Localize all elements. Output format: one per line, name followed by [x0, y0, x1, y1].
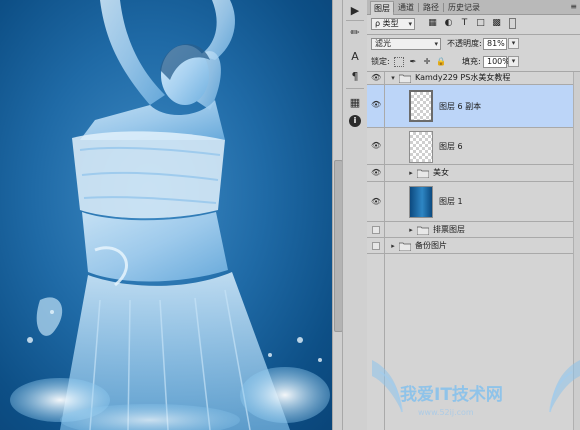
divider [418, 3, 419, 12]
folder-icon [399, 74, 411, 83]
folder-icon [399, 242, 411, 251]
opacity-value: 81% [487, 39, 505, 48]
lock-position-icon[interactable]: ✛ [422, 57, 432, 67]
visibility-off-checkbox[interactable] [372, 226, 380, 234]
panel-tab-bar: 图层 通道 路径 历史记录 ≡ [367, 0, 580, 15]
pixel-filter-icon[interactable]: ▦ [427, 18, 438, 29]
divider [443, 3, 444, 12]
visibility-column [367, 254, 385, 430]
document-canvas[interactable] [0, 0, 332, 430]
folder-icon [417, 169, 429, 178]
layer-row[interactable]: 👁 图层 1 [367, 182, 580, 222]
fill-value: 100% [487, 57, 510, 66]
eye-icon[interactable]: 👁 [371, 142, 381, 150]
visibility-cell: 👁 [367, 182, 385, 221]
tab-layers[interactable]: 图层 [370, 1, 394, 15]
adjustment-filter-icon[interactable]: ◐ [443, 18, 454, 29]
layer-name: 图层 6 副本 [439, 102, 482, 111]
panel-menu-icon[interactable]: ≡ [570, 2, 577, 11]
properties-icon[interactable]: ▦ [346, 94, 364, 110]
chevron-right-icon[interactable]: ▸ [407, 168, 415, 178]
opacity-input[interactable]: 81% [483, 38, 507, 50]
smart-object-filter-icon[interactable]: ▩ [491, 18, 502, 29]
layers-panel: 图层 通道 路径 历史记录 ≡ ρ 类型 ▾ ▦ ◐ T □ ▩ 滤光 ▾ 不透… [367, 0, 580, 430]
history-brush-icon[interactable]: ✏ [346, 24, 364, 40]
eye-icon[interactable]: 👁 [371, 169, 381, 177]
lock-transparent-pixels-icon[interactable] [394, 57, 404, 67]
layer-group-row[interactable]: ▸ 排票图层 [367, 222, 580, 238]
eye-icon[interactable]: 👁 [371, 198, 381, 206]
opacity-label: 不透明度: [447, 39, 482, 48]
chevron-right-icon[interactable]: ▸ [389, 241, 397, 251]
layer-row-selected[interactable]: 👁 图层 6 副本 [367, 85, 580, 128]
layer-row[interactable]: 👁 图层 6 [367, 128, 580, 165]
lock-label: 锁定: [371, 57, 390, 66]
visibility-cell: 👁 [367, 72, 385, 84]
visibility-cell [367, 222, 385, 237]
play-icon[interactable]: ▶ [346, 2, 364, 18]
divider [346, 88, 364, 89]
filter-kind-value: ρ 类型 [375, 19, 399, 28]
blend-mode-dropdown[interactable]: 滤光 ▾ [371, 38, 441, 50]
visibility-cell: 👁 [367, 128, 385, 164]
tab-history[interactable]: 历史记录 [445, 1, 483, 14]
layer-name: 排票图层 [433, 225, 465, 234]
layer-name: 美女 [433, 168, 449, 177]
layer-thumbnail [409, 131, 433, 163]
layer-name: 图层 1 [439, 197, 463, 206]
visibility-cell: 👁 [367, 85, 385, 127]
chevron-down-icon[interactable]: ▾ [389, 73, 397, 83]
type-tool-icon[interactable]: A [346, 48, 364, 64]
chevron-down-icon: ▾ [434, 40, 438, 48]
layer-thumbnail [409, 186, 433, 218]
filter-kind-dropdown[interactable]: ρ 类型 ▾ [371, 18, 415, 30]
divider [367, 34, 580, 35]
layers-scrollbar[interactable] [573, 72, 580, 430]
layer-name: 备份图片 [415, 241, 447, 250]
folder-icon [417, 226, 429, 235]
fill-input[interactable]: 100% [483, 56, 510, 68]
eye-icon[interactable]: 👁 [371, 101, 381, 109]
fill-slider-button[interactable]: ▾ [508, 56, 519, 67]
visibility-cell: 👁 [367, 165, 385, 181]
divider [393, 3, 394, 12]
layer-name: Kamdy229 PS水美女教程 [415, 73, 511, 82]
paragraph-icon[interactable]: ¶ [346, 68, 364, 84]
visibility-cell [367, 238, 385, 253]
shape-filter-icon[interactable]: □ [475, 18, 486, 29]
info-icon[interactable]: i [346, 113, 364, 129]
panel-dock-strip: ▶ ✏ A ¶ ▦ i [342, 0, 368, 430]
fill-label: 填充: [462, 57, 481, 66]
lock-all-icon[interactable]: 🔒 [436, 57, 446, 67]
tab-channels[interactable]: 通道 [395, 1, 417, 14]
lock-image-pixels-icon[interactable]: ✒ [408, 57, 418, 67]
divider [346, 20, 364, 21]
chevron-down-icon: ▾ [408, 20, 412, 28]
type-filter-icon[interactable]: T [459, 18, 470, 29]
visibility-off-checkbox[interactable] [372, 242, 380, 250]
filter-toggle-icon[interactable] [509, 18, 516, 29]
layer-group-row[interactable]: 👁 ▸ 美女 [367, 165, 580, 182]
layer-group-row[interactable]: 👁 ▾ Kamdy229 PS水美女教程 [367, 72, 580, 85]
eye-icon[interactable]: 👁 [371, 74, 381, 82]
tab-paths[interactable]: 路径 [420, 1, 442, 14]
opacity-slider-button[interactable]: ▾ [508, 38, 519, 49]
water-woman-artwork [10, 0, 330, 430]
chevron-right-icon[interactable]: ▸ [407, 225, 415, 235]
layer-name: 图层 6 [439, 142, 463, 151]
layer-group-row[interactable]: ▸ 备份图片 [367, 238, 580, 254]
blend-mode-value: 滤光 [375, 39, 391, 48]
layer-thumbnail [409, 90, 433, 122]
